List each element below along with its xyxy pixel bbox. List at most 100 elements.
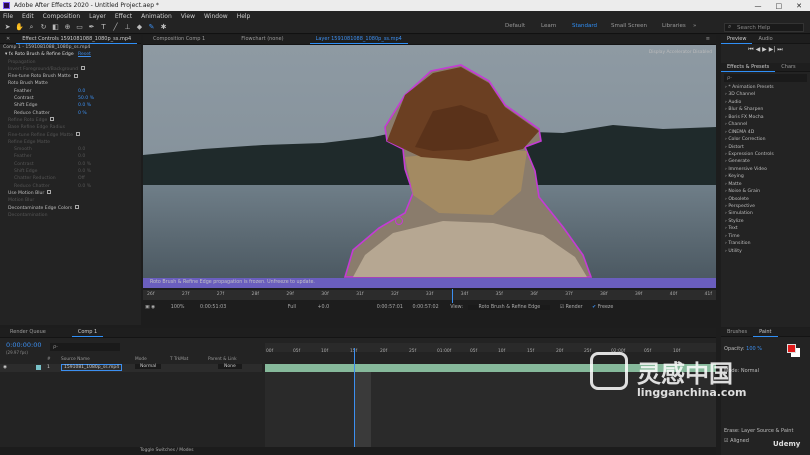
menu-help[interactable]: Help (237, 13, 251, 20)
resolution-select[interactable]: Full (288, 305, 296, 310)
checkbox[interactable] (81, 66, 86, 71)
pan-behind-tool-icon[interactable]: ⊕ (63, 23, 72, 32)
layer-time-ruler[interactable]: 26f 27f 27f 28f 29f 30f 31f 32f 33f 34f … (143, 290, 716, 300)
effect-property-row[interactable]: Use Motion Blur (0, 190, 141, 197)
search-help-input[interactable]: Search Help (724, 23, 804, 32)
effect-property-row[interactable]: Decontamination (0, 212, 141, 219)
type-tool-icon[interactable]: T (99, 23, 108, 32)
tab-effects-presets[interactable]: Effects & Presets (721, 63, 776, 72)
effects-category-item[interactable]: › Generate (721, 158, 810, 165)
eye-icon[interactable]: ◉ (3, 365, 7, 370)
checkbox[interactable] (47, 190, 52, 195)
panel-menu-icon[interactable]: ≡ (700, 35, 716, 44)
view-select[interactable]: Roto Brush & Refine Edge (468, 305, 551, 310)
menu-window[interactable]: Window (204, 13, 228, 20)
effects-category-item[interactable]: › Time (721, 233, 810, 240)
workspace-libraries[interactable]: Libraries (662, 23, 686, 29)
next-frame-icon[interactable]: ▶| (769, 46, 776, 53)
first-frame-icon[interactable]: ⏮ (748, 46, 753, 53)
panel-close-icon[interactable]: ✕ (0, 35, 16, 44)
effects-category-item[interactable]: › Audio (721, 99, 810, 106)
in-point-timecode[interactable]: 0:00:57:01 (377, 305, 403, 310)
effect-property-row[interactable]: Decontaminate Edge Colors (0, 205, 141, 212)
timeline-timecode[interactable]: 0:00:00:00 (6, 341, 42, 349)
layer-viewer[interactable]: Display Accelerator Disabled Roto Brush … (143, 45, 716, 288)
effects-category-item[interactable]: › Perspective (721, 203, 810, 210)
effect-property-value[interactable]: 0.0 % (78, 168, 91, 175)
timeline-playhead[interactable] (354, 348, 355, 447)
layer-row[interactable]: ◉ 1 1591081_1080p_ss.mp4 Normal None (0, 364, 262, 372)
effect-property-row[interactable]: Motion Blur (0, 197, 141, 204)
toggle-switches-modes[interactable]: Toggle Switches / Modes (0, 447, 716, 455)
effect-property-row[interactable]: Refine Roto Edge (0, 117, 141, 124)
effect-property-value[interactable]: 0.0 % (78, 161, 91, 168)
tab-characters[interactable]: Chars (775, 63, 801, 72)
workspace-small-screen[interactable]: Small Screen (611, 23, 647, 29)
menu-file[interactable]: File (3, 13, 13, 20)
out-point-timecode[interactable]: 0:00:57:02 (412, 305, 438, 310)
tab-brushes[interactable]: Brushes (721, 328, 753, 337)
effect-property-value[interactable]: 0.0 (78, 88, 85, 95)
tab-paint[interactable]: Paint (753, 328, 778, 337)
checkbox[interactable] (73, 73, 78, 78)
pen-tool-icon[interactable]: ✒ (87, 23, 96, 32)
opacity-value[interactable]: 100 % (746, 346, 762, 352)
effects-category-item[interactable]: › CINEMA 4D (721, 129, 810, 136)
effect-property-value[interactable]: Off (78, 175, 85, 182)
tab-render-queue[interactable]: Render Queue (0, 328, 52, 337)
effect-property-row[interactable]: Reduce Chatter 0 % (0, 110, 141, 117)
effects-category-item[interactable]: › Utility (721, 248, 810, 255)
effects-category-item[interactable]: › Channel (721, 121, 810, 128)
effect-property-value[interactable]: 0.0 (78, 146, 85, 153)
effects-category-item[interactable]: › Blur & Sharpen (721, 106, 810, 113)
zoom-select[interactable]: 100% (171, 305, 185, 310)
effect-property-row[interactable]: Feather 0.0 (0, 153, 141, 160)
effect-property-row[interactable]: Fine-tune Refine Edge Matte (0, 132, 141, 139)
effects-category-item[interactable]: › Boris FX Mocha (721, 114, 810, 121)
zoom-tool-icon[interactable]: ⌕ (27, 23, 36, 32)
effect-property-row[interactable]: Invert Foreground/Background (0, 66, 141, 73)
effects-category-item[interactable]: › Expression Controls (721, 151, 810, 158)
layer-parent-select[interactable]: None (218, 364, 242, 369)
menu-view[interactable]: View (181, 13, 195, 20)
layer-label-color[interactable] (36, 365, 41, 370)
tab-composition[interactable]: Composition Comp 1 (143, 35, 211, 44)
reset-link[interactable]: Reset (78, 51, 91, 58)
effects-search-input[interactable]: ρ- (724, 74, 807, 82)
last-frame-icon[interactable]: ⏭ (777, 46, 782, 53)
rectangle-tool-icon[interactable]: ▭ (75, 23, 84, 32)
workspace-default[interactable]: Default (505, 23, 525, 29)
puppet-tool-icon[interactable]: ✱ (159, 23, 168, 32)
tab-preview[interactable]: Preview (721, 35, 753, 44)
effect-property-value[interactable]: 50.0 % (78, 95, 94, 102)
effect-property-row[interactable]: Feather 0.0 (0, 88, 141, 95)
close-window-button[interactable]: ✕ (796, 2, 802, 10)
camera-tool-icon[interactable]: ◧ (51, 23, 60, 32)
workspace-learn[interactable]: Learn (541, 23, 556, 29)
effect-property-row[interactable]: Base Refine Edge Radius (0, 124, 141, 131)
effects-category-item[interactable]: › Keying (721, 173, 810, 180)
effects-category-item[interactable]: › Obsolete (721, 196, 810, 203)
menu-effect[interactable]: Effect (115, 13, 132, 20)
effect-property-row[interactable]: Shift Edge 0.0 % (0, 102, 141, 109)
checkbox[interactable] (50, 117, 55, 122)
effect-property-value[interactable]: 0.0 % (78, 183, 91, 190)
hand-tool-icon[interactable]: ✋ (15, 23, 24, 32)
tab-effect-controls[interactable]: Effect Controls 1591081088_1080p_ss.mp4 (16, 35, 138, 44)
prev-frame-icon[interactable]: ◀ (756, 46, 761, 53)
workspace-menu-icon[interactable]: » (693, 23, 696, 29)
eraser-tool-icon[interactable]: ◆ (135, 23, 144, 32)
rotate-tool-icon[interactable]: ↻ (39, 23, 48, 32)
effect-property-row[interactable]: Refine Edge Matte (0, 139, 141, 146)
selection-tool-icon[interactable]: ➤ (3, 23, 12, 32)
effects-category-item[interactable]: › * Animation Presets (721, 84, 810, 91)
effect-property-value[interactable]: 0.0 (78, 153, 85, 160)
effect-property-value[interactable]: 0 % (78, 110, 87, 117)
effects-category-item[interactable]: › Immersive Video (721, 166, 810, 173)
effect-property-row[interactable]: Chatter Reduction Off (0, 175, 141, 182)
aligned-row[interactable]: ☑ Aligned (724, 438, 749, 444)
effects-category-item[interactable]: › Stylize (721, 218, 810, 225)
play-icon[interactable]: ▶ (762, 46, 767, 53)
erase-select[interactable]: Layer Source & Paint (741, 428, 793, 434)
effects-category-item[interactable]: › Matte (721, 181, 810, 188)
